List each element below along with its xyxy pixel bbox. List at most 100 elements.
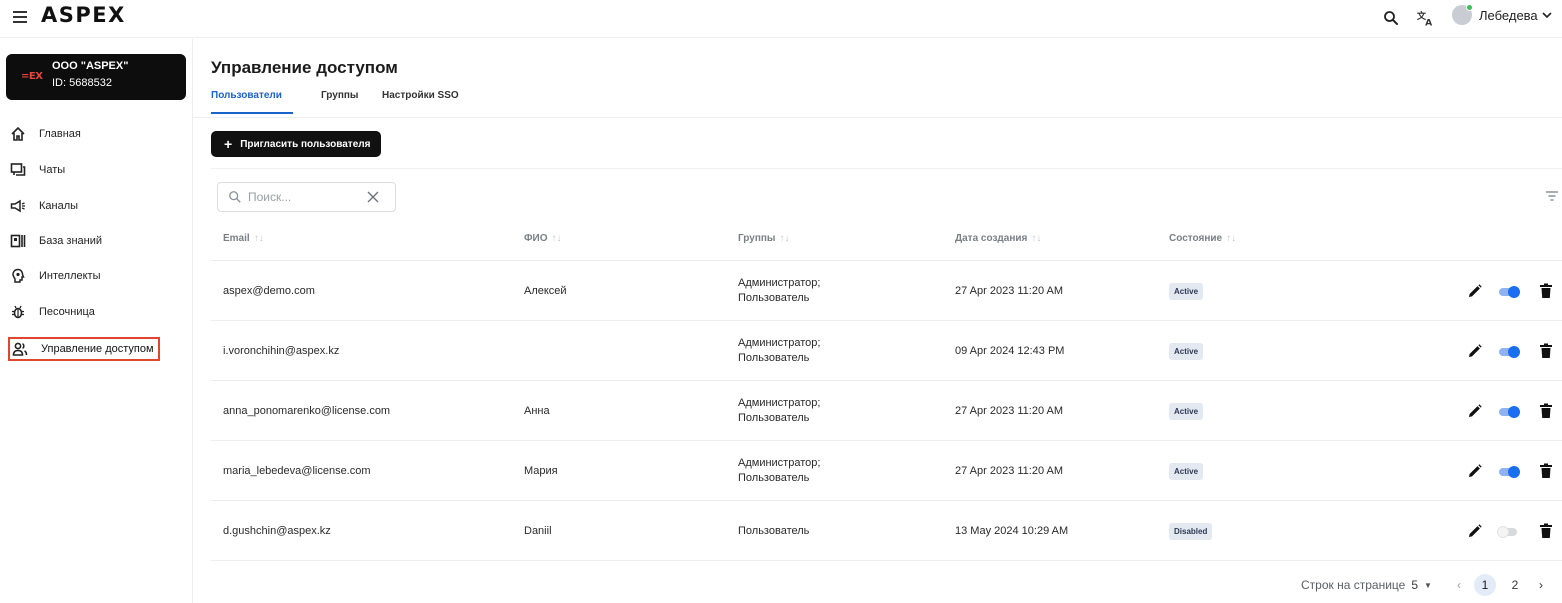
- cell-name: Daniil: [524, 525, 552, 537]
- app-logo[interactable]: ASPEX: [41, 3, 126, 27]
- cell-email: i.voronchihin@aspex.kz: [223, 345, 340, 357]
- invite-user-button[interactable]: + Пригласить пользователя: [211, 131, 381, 157]
- cell-email: d.gushchin@aspex.kz: [223, 525, 331, 537]
- page-button-2[interactable]: 2: [1504, 574, 1526, 596]
- sidebar-item-label: Чаты: [39, 164, 66, 176]
- sidebar-item-sandbox[interactable]: Песочница: [10, 301, 95, 323]
- sidebar-item-access-management[interactable]: Управление доступом: [8, 337, 160, 361]
- edit-icon[interactable]: [1467, 343, 1483, 359]
- search-icon[interactable]: [1382, 9, 1400, 27]
- user-enabled-toggle[interactable]: [1497, 526, 1521, 538]
- sidebar-item-chats[interactable]: Чаты: [10, 159, 65, 181]
- megaphone-icon: [10, 199, 25, 213]
- column-header-groups[interactable]: Группы ↑↓: [738, 233, 789, 244]
- page-button-1[interactable]: 1: [1473, 574, 1496, 596]
- tab-users[interactable]: Пользователи: [211, 90, 282, 101]
- status-badge: Active: [1169, 402, 1204, 420]
- toggle-knob: [1508, 346, 1520, 358]
- column-header-status[interactable]: Состояние ↑↓: [1169, 233, 1236, 244]
- sidebar-item-label: База знаний: [39, 235, 103, 247]
- cell-email: maria_lebedeva@license.com: [223, 465, 371, 477]
- sidebar-item-knowledge-base[interactable]: База знаний: [10, 230, 102, 252]
- cell-groups: Администратор; Пользователь: [738, 441, 820, 501]
- hamburger-menu-icon[interactable]: [13, 11, 27, 23]
- sidebar-item-channels[interactable]: Каналы: [10, 195, 78, 217]
- table-row: anna_ponomarenko@license.com Анна Админист…: [211, 381, 1562, 441]
- groups-list: Администратор; Пользователь: [738, 276, 820, 306]
- organization-card[interactable]: =EX ООО "ASPEX" ID: 5688532: [6, 54, 186, 100]
- sidebar-item-label: Главная: [39, 128, 81, 140]
- table-row: aspex@demo.com Алексей Администратор; Польз…: [211, 261, 1562, 321]
- row-actions: [1467, 523, 1557, 541]
- cell-email: aspex@demo.com: [223, 285, 315, 297]
- sidebar-item-home[interactable]: Главная: [10, 123, 81, 145]
- cell-created: 27 Apr 2023 11:20 AM: [955, 465, 1064, 477]
- trash-icon[interactable]: [1539, 343, 1553, 359]
- trash-icon[interactable]: [1539, 523, 1553, 539]
- sidebar-item-label: Управление доступом: [41, 343, 154, 355]
- filter-icon[interactable]: [1545, 190, 1559, 202]
- trash-icon[interactable]: [1539, 463, 1553, 479]
- cell-created: 27 Apr 2023 11:20 AM: [955, 285, 1064, 297]
- group-name: Администратор;: [738, 397, 821, 409]
- tab-groups[interactable]: Группы: [321, 90, 358, 101]
- column-header-created[interactable]: Дата создания ↑↓: [955, 233, 1041, 244]
- sort-icon: ↑↓: [253, 233, 264, 244]
- row-actions: [1467, 463, 1557, 481]
- groups-list: Пользователь: [738, 524, 809, 539]
- knowledge-base-icon: [10, 234, 26, 248]
- edit-icon[interactable]: [1467, 463, 1483, 479]
- group-name: Пользователь: [738, 524, 810, 537]
- active-tab-indicator: [211, 112, 293, 114]
- sidebar-item-intellects[interactable]: Интеллекты: [10, 265, 100, 287]
- rows-per-page-label: Строк на странице: [1301, 578, 1406, 592]
- org-name: ООО "ASPEX": [52, 60, 129, 72]
- chevron-left-icon[interactable]: ‹: [1452, 578, 1466, 592]
- cell-created: 09 Apr 2024 12:43 PM: [955, 345, 1065, 357]
- sort-icon: ↑↓: [779, 233, 790, 244]
- user-name: Лебедева: [1479, 7, 1538, 23]
- tab-sso-settings[interactable]: Настройки SSO: [382, 90, 459, 101]
- trash-icon[interactable]: [1539, 283, 1553, 299]
- search-input[interactable]: [248, 190, 368, 204]
- sidebar-item-label: Каналы: [39, 200, 79, 212]
- toggle-knob: [1508, 406, 1520, 418]
- tabs-divider: [193, 117, 1562, 118]
- pagination: Строк на странице 5 ▼ ‹ 1 2 ›: [1301, 572, 1548, 598]
- toggle-knob: [1508, 286, 1520, 298]
- search-field[interactable]: [217, 182, 396, 212]
- home-icon: [11, 126, 25, 141]
- cell-created: 27 Apr 2023 11:20 AM: [955, 405, 1064, 417]
- toggle-knob: [1497, 526, 1509, 538]
- group-name: Пользователь: [738, 292, 810, 304]
- chevron-right-icon[interactable]: ›: [1534, 578, 1548, 592]
- trash-icon[interactable]: [1539, 403, 1553, 419]
- column-header-email[interactable]: Email ↑↓: [223, 233, 264, 244]
- caret-down-icon[interactable]: ▼: [1424, 581, 1432, 590]
- users-table: Email↑↓ ФИО↑↓ Группы↑↓ Дата создания↑↓ С…: [211, 168, 1562, 603]
- chat-icon: [10, 163, 26, 176]
- rows-per-page-select[interactable]: 5: [1411, 578, 1418, 592]
- row-actions: [1467, 343, 1557, 361]
- edit-icon[interactable]: [1467, 523, 1483, 539]
- user-enabled-toggle[interactable]: [1497, 406, 1521, 418]
- row-actions: [1467, 403, 1557, 421]
- user-menu[interactable]: Лебедева: [1452, 4, 1552, 25]
- status-badge: Active: [1169, 282, 1204, 300]
- user-enabled-toggle[interactable]: [1497, 346, 1521, 358]
- translate-icon[interactable]: 文 A: [1416, 8, 1436, 28]
- cell-name: Мария: [524, 465, 558, 477]
- cell-groups: Пользователь: [738, 501, 809, 561]
- column-header-label: Email: [223, 233, 250, 244]
- edit-icon[interactable]: [1467, 403, 1483, 419]
- column-header-name[interactable]: ФИО ↑↓: [524, 233, 562, 244]
- cell-created: 13 May 2024 10:29 AM: [955, 525, 1069, 537]
- user-enabled-toggle[interactable]: [1497, 286, 1521, 298]
- status-badge: Active: [1169, 342, 1204, 360]
- status-badge: Active: [1169, 462, 1204, 480]
- user-enabled-toggle[interactable]: [1497, 466, 1521, 478]
- table-row: maria_lebedeva@license.com Мария Администр…: [211, 441, 1562, 501]
- edit-icon[interactable]: [1467, 283, 1483, 299]
- close-icon[interactable]: [367, 191, 379, 203]
- column-header-label: ФИО: [524, 233, 548, 244]
